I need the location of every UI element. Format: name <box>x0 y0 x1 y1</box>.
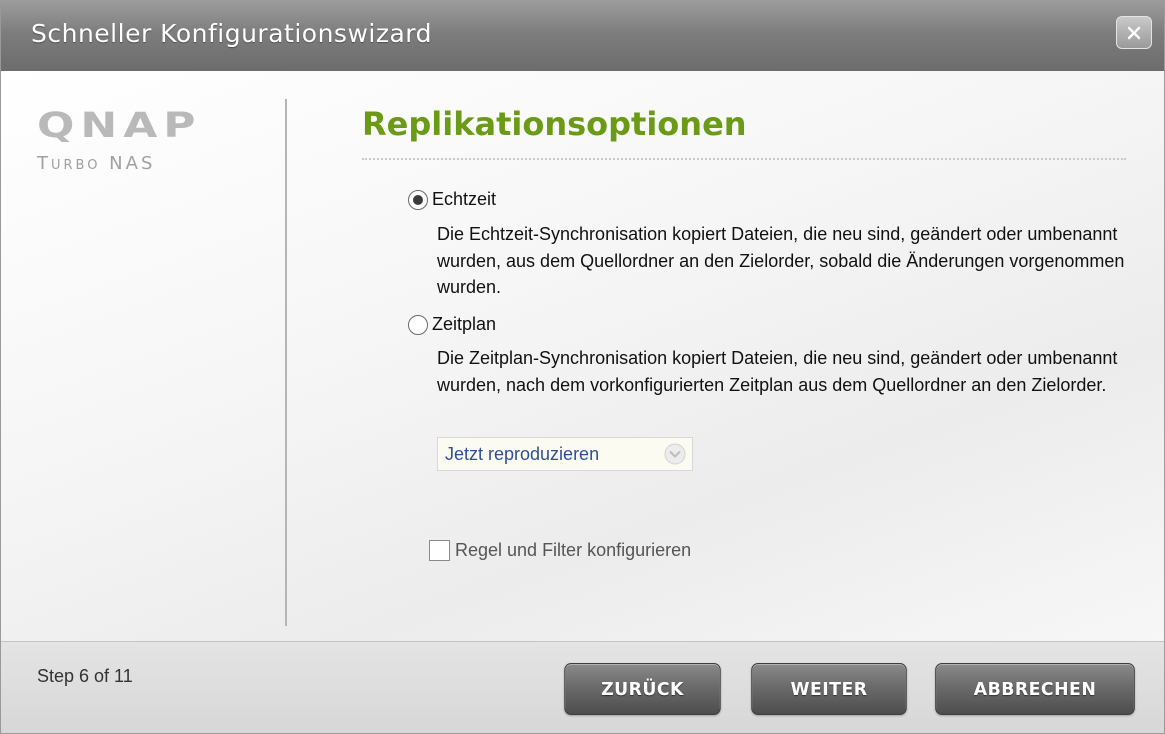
description-zeitplan: Die Zeitplan-Synchronisation kopiert Dat… <box>437 348 1118 395</box>
radio-button-zeitplan[interactable] <box>408 314 428 335</box>
radio-option-echtzeit[interactable]: Echtzeit <box>408 189 496 210</box>
wizard-content: QNAP Turbo NAS Replikationsoptionen Echt… <box>1 71 1164 641</box>
schedule-select-value: Jetzt reproduzieren <box>445 443 600 464</box>
wizard-window: Schneller Konfigurationswizard QNAP Turb… <box>0 0 1165 734</box>
cancel-button[interactable]: ABBRECHEN <box>935 663 1135 715</box>
step-indicator: Step 6 of 11 <box>37 666 133 686</box>
radio-label-zeitplan: Zeitplan <box>432 314 497 334</box>
qnap-logo: QNAP Turbo NAS <box>37 109 237 174</box>
radio-label-echtzeit: Echtzeit <box>432 189 497 209</box>
radio-selected-dot <box>413 194 423 205</box>
vertical-divider <box>285 99 287 626</box>
schedule-select[interactable]: Jetzt reproduzieren <box>437 437 693 471</box>
description-echtzeit: Die Echtzeit-Synchronisation kopiert Dat… <box>437 224 1125 297</box>
close-button[interactable] <box>1116 16 1152 49</box>
next-button[interactable]: WEITER <box>751 663 907 715</box>
wizard-footer: Step 6 of 11 ZURÜCK WEITER ABBRECHEN <box>1 641 1164 733</box>
back-button[interactable]: ZURÜCK <box>564 663 721 715</box>
heading-divider <box>362 158 1126 160</box>
rule-filter-option[interactable]: Regel und Filter konfigurieren <box>429 540 691 561</box>
title-bar: Schneller Konfigurationswizard <box>1 1 1164 71</box>
radio-option-zeitplan[interactable]: Zeitplan <box>408 314 496 335</box>
radio-button-echtzeit[interactable] <box>408 189 428 210</box>
rule-filter-label: Regel und Filter konfigurieren <box>455 540 692 560</box>
chevron-down-icon <box>664 443 686 465</box>
page-title: Replikationsoptionen <box>362 105 747 143</box>
logo-brand: QNAP <box>37 105 202 146</box>
window-title: Schneller Konfigurationswizard <box>31 19 432 48</box>
close-icon <box>1127 26 1141 39</box>
dropdown-button[interactable] <box>661 440 689 468</box>
rule-filter-checkbox[interactable] <box>429 540 450 561</box>
logo-subtitle: Turbo NAS <box>37 153 156 174</box>
